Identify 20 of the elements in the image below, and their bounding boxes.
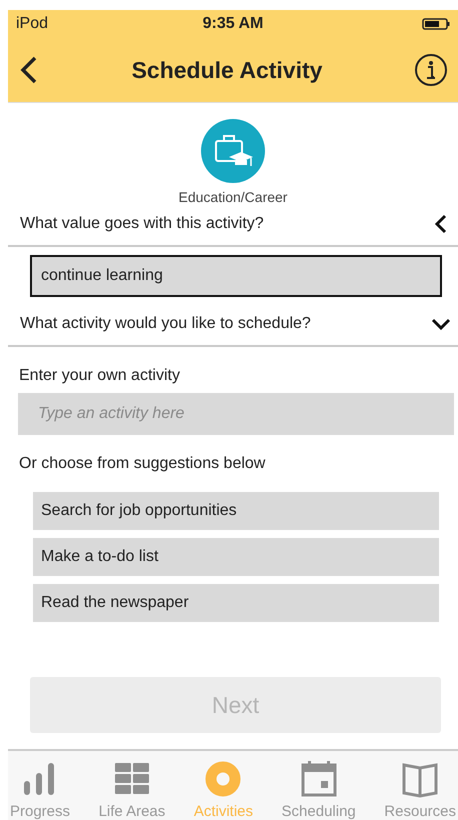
value-question: What value goes with this activity? xyxy=(20,215,264,233)
activity-section-header[interactable]: What activity would you like to schedule? xyxy=(8,305,458,347)
suggestion-item[interactable]: Make a to-do list xyxy=(33,538,439,576)
suggestions-label: Or choose from suggestions below xyxy=(18,455,266,473)
suggestion-item[interactable]: Read the newspaper xyxy=(33,584,439,622)
value-section-header[interactable]: What value goes with this activity? xyxy=(8,205,458,247)
activity-input[interactable]: Type an activity here xyxy=(18,393,454,435)
status-time: 9:35 AM xyxy=(202,14,264,34)
suggestion-item[interactable]: Search for job opportunities xyxy=(33,492,439,530)
ring-icon xyxy=(203,759,244,799)
screen-title: Schedule Activity xyxy=(132,56,322,84)
own-activity-label: Enter your own activity xyxy=(18,367,181,385)
briefcase-graduation-cap-icon xyxy=(201,119,265,183)
carrier-text: iPod xyxy=(16,15,48,33)
activity-question: What activity would you like to schedule? xyxy=(20,315,311,333)
selected-value[interactable]: continue learning xyxy=(30,255,442,297)
info-button[interactable] xyxy=(414,53,448,87)
battery-icon xyxy=(422,18,450,30)
calendar-icon xyxy=(298,759,339,799)
category-label: Education/Career xyxy=(178,189,288,205)
